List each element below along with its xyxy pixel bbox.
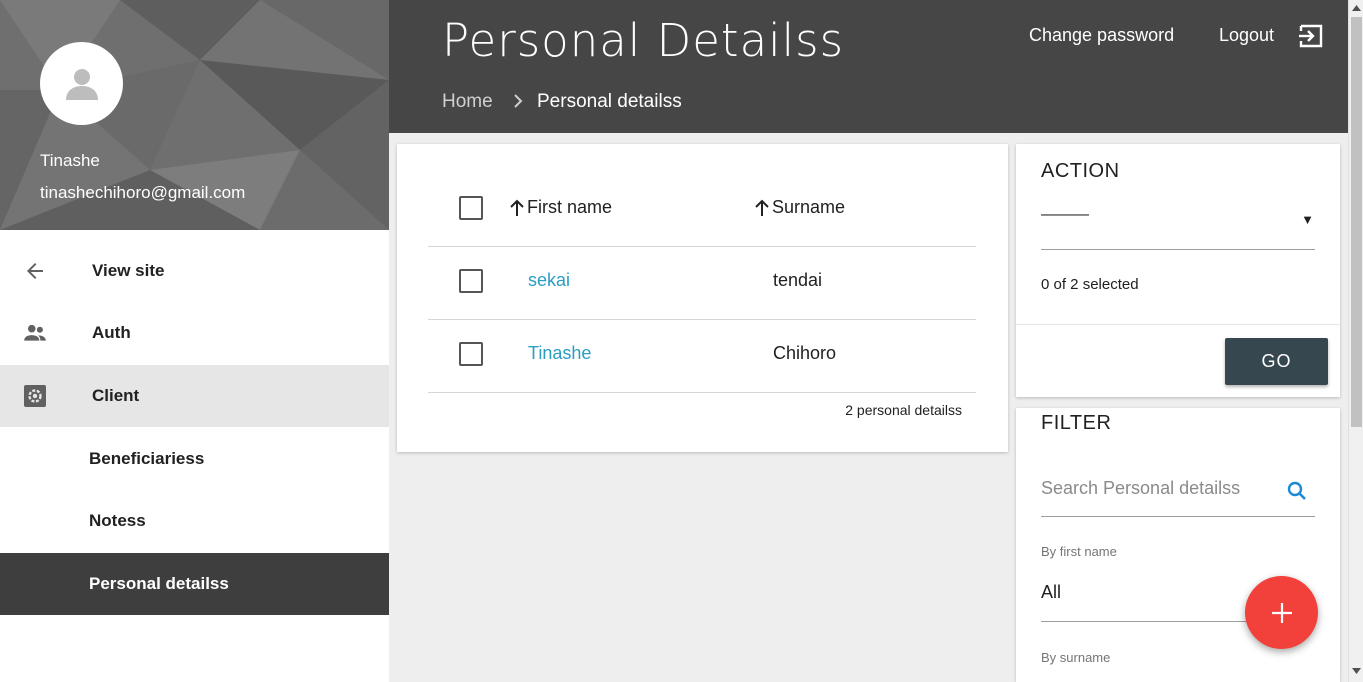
nav-beneficiariess[interactable]: Beneficiariess [0, 428, 389, 490]
breadcrumb-current: Personal detailss [537, 91, 682, 112]
nav-client[interactable]: Client [0, 365, 389, 427]
column-header-label: Surname [772, 197, 846, 217]
filter-label-surname: By surname [1041, 650, 1111, 665]
column-header-first-name[interactable]: First name [509, 197, 612, 218]
filter-select-value: All [1041, 582, 1062, 602]
nav-view-site[interactable]: View site [0, 240, 389, 302]
search-input[interactable] [1041, 474, 1281, 502]
avatar[interactable] [40, 42, 123, 125]
search-icon[interactable] [1286, 480, 1308, 502]
nav-label: Notess [89, 511, 146, 530]
sidebar: Tinashe tinashechihoro@gmail.com View si… [0, 0, 389, 682]
scroll-down-arrow-icon[interactable] [1349, 663, 1363, 678]
change-password-link[interactable]: Change password [1029, 25, 1174, 46]
first-name-link[interactable]: sekai [528, 270, 570, 291]
select-underline [1041, 249, 1315, 250]
page-title: Personal Detailss [442, 14, 845, 67]
column-header-label: First name [527, 197, 613, 217]
select-all-checkbox[interactable] [459, 196, 483, 220]
results-table: First name Surname sekai tendai Tinashe … [397, 144, 1008, 452]
arrow-up-icon [755, 199, 769, 216]
row-checkbox[interactable] [459, 342, 483, 366]
logout-link[interactable]: Logout [1219, 25, 1274, 46]
profile-header: Tinashe tinashechihoro@gmail.com [0, 0, 389, 230]
first-name-link[interactable]: Tinashe [528, 343, 591, 364]
row-divider [428, 392, 976, 393]
row-divider [428, 246, 976, 247]
nav-label: Beneficiariess [89, 449, 205, 468]
row-divider [428, 319, 976, 320]
scroll-thumb[interactable] [1351, 17, 1362, 427]
arrow-left-icon [22, 258, 48, 284]
column-header-surname[interactable]: Surname [754, 197, 845, 218]
action-panel: ACTION ——— ▼ 0 of 2 selected GO [1016, 144, 1340, 397]
people-icon [22, 320, 48, 346]
filter-title: FILTER [1041, 412, 1112, 434]
search-underline [1041, 516, 1315, 517]
nav-auth[interactable]: Auth [0, 302, 389, 364]
result-count: 2 personal detailss [845, 402, 962, 418]
settings-icon [22, 383, 48, 409]
caret-down-icon: ▼ [1301, 212, 1314, 227]
action-title: ACTION [1041, 160, 1120, 182]
chevron-right-icon [514, 94, 523, 108]
user-name: Tinashe [40, 151, 100, 170]
nav-notess[interactable]: Notess [0, 490, 389, 552]
plus-icon [1271, 602, 1292, 623]
nav-label: View site [92, 261, 165, 280]
breadcrumb-home[interactable]: Home [442, 91, 493, 113]
arrow-up-icon [510, 199, 524, 216]
action-select-value: ——— [1041, 206, 1089, 223]
surname-cell: Chihoro [773, 343, 837, 363]
filter-label-first-name: By first name [1041, 544, 1117, 559]
row-checkbox[interactable] [459, 269, 483, 293]
scroll-up-arrow-icon[interactable] [1349, 0, 1363, 15]
selection-counter: 0 of 2 selected [1041, 276, 1139, 293]
page-header: Personal Detailss Home Personal detailss… [389, 0, 1348, 133]
logout-icon[interactable] [1297, 22, 1325, 50]
nav-label: Auth [92, 323, 131, 342]
user-email: tinashechihoro@gmail.com [40, 183, 246, 202]
surname-cell: tendai [773, 270, 823, 290]
add-button[interactable] [1245, 576, 1318, 649]
person-icon [65, 68, 98, 100]
go-button[interactable]: GO [1225, 338, 1328, 385]
divider [1016, 324, 1340, 325]
scrollbar[interactable] [1348, 0, 1363, 682]
nav-label: Personal detailss [89, 574, 229, 593]
nav-label: Client [92, 386, 140, 405]
nav-personal-detailss[interactable]: Personal detailss [0, 553, 389, 615]
